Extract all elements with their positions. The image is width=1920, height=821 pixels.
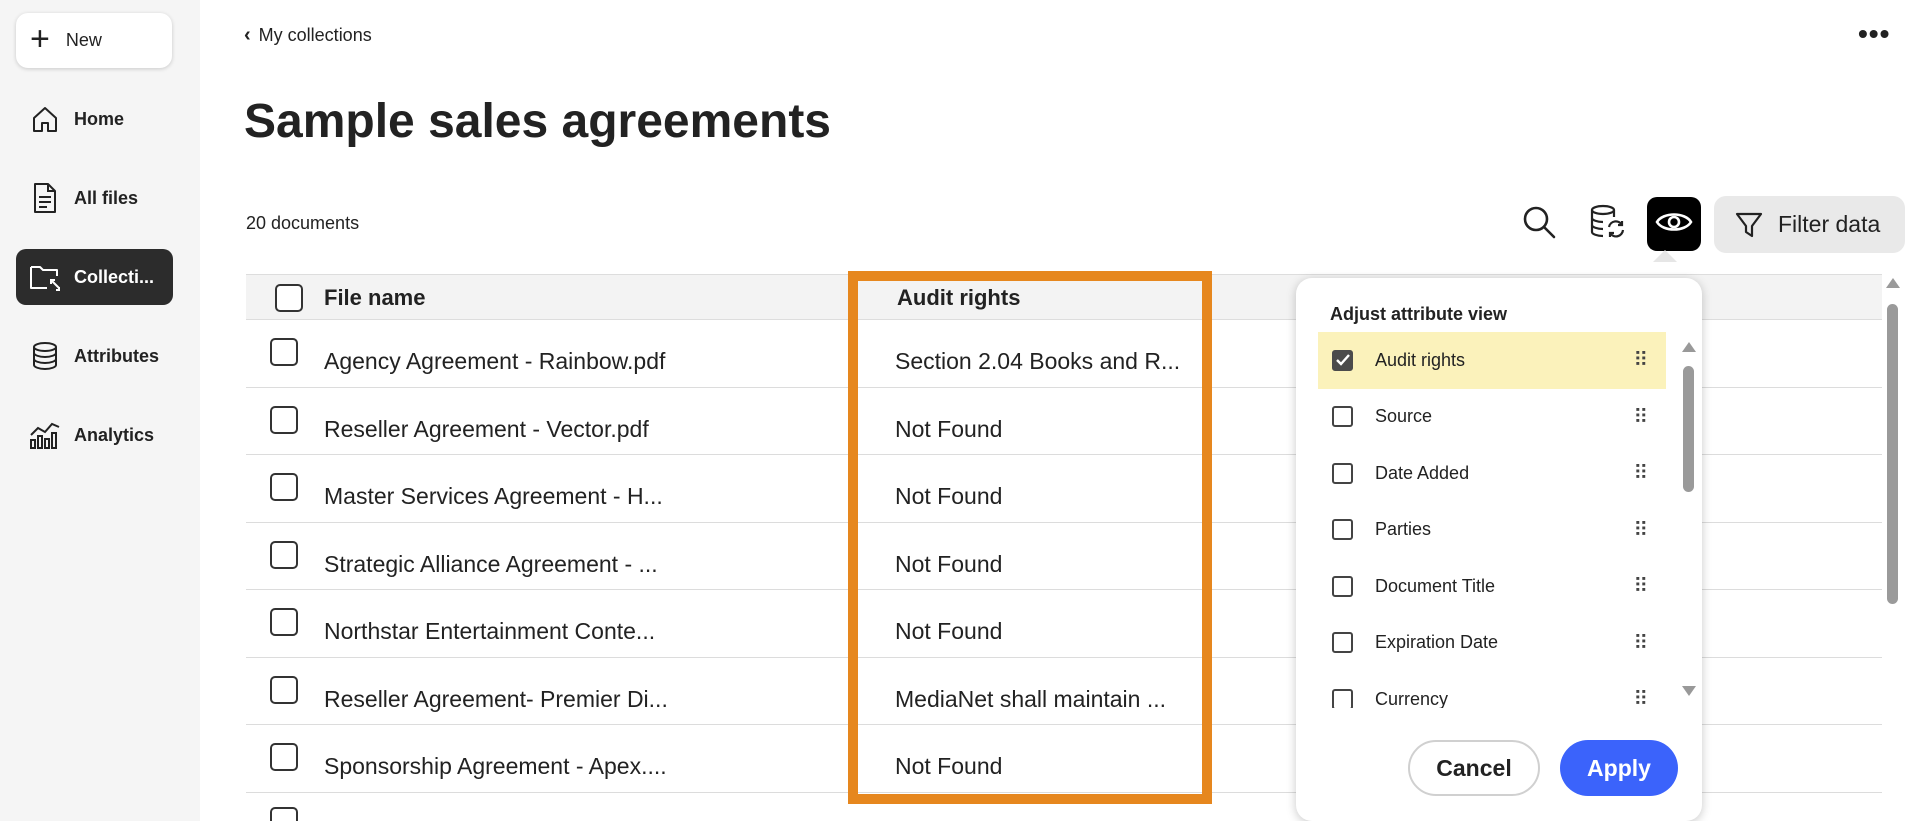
more-options-button[interactable]: ••• xyxy=(1858,18,1890,50)
page-title: Sample sales agreements xyxy=(244,95,831,148)
plus-icon: + xyxy=(30,20,50,58)
scroll-up-arrow-icon[interactable] xyxy=(1886,278,1900,288)
row-checkbox[interactable] xyxy=(270,608,298,636)
attribute-item-audit-rights[interactable]: Audit rights ⠿ xyxy=(1318,332,1666,389)
scroll-up-arrow-icon[interactable] xyxy=(1682,342,1696,352)
file-name-cell[interactable]: Northstar Entertainment Conte... xyxy=(324,618,655,645)
attribute-item-currency[interactable]: Currency ⠿ xyxy=(1318,671,1666,708)
search-icon xyxy=(1520,203,1558,246)
new-button[interactable]: + New xyxy=(16,13,172,68)
sidebar-item-label: Collecti... xyxy=(74,266,155,287)
back-link-label: My collections xyxy=(258,25,372,45)
drag-handle-icon[interactable]: ⠿ xyxy=(1633,517,1648,542)
audit-rights-column-highlight xyxy=(848,271,1212,804)
database-icon xyxy=(28,339,62,373)
attribute-checkbox[interactable] xyxy=(1332,632,1353,654)
document-count: 20 documents xyxy=(246,213,360,233)
analytics-icon xyxy=(28,418,62,452)
row-checkbox[interactable] xyxy=(270,473,298,501)
sidebar-item-collections[interactable]: Collecti... xyxy=(16,249,173,305)
popover-title: Adjust attribute view xyxy=(1330,304,1508,324)
row-checkbox[interactable] xyxy=(270,540,298,569)
new-button-label: New xyxy=(65,30,102,50)
row-checkbox[interactable] xyxy=(270,806,298,821)
file-name-cell[interactable]: Reseller Agreement - Vector.pdf xyxy=(324,416,649,443)
file-name-cell[interactable]: Master Services Agreement - H... xyxy=(324,483,663,510)
drag-handle-icon[interactable]: ⠿ xyxy=(1633,461,1648,486)
filter-data-button[interactable]: Filter data xyxy=(1714,196,1905,253)
sidebar-item-attributes[interactable]: Attributes xyxy=(16,328,173,384)
drag-handle-icon[interactable]: ⠿ xyxy=(1633,630,1648,655)
row-checkbox[interactable] xyxy=(270,743,298,771)
sidebar-item-home[interactable]: Home xyxy=(16,91,173,147)
attribute-checkbox[interactable] xyxy=(1332,519,1353,541)
adjust-attribute-view-popover: Adjust attribute view Audit rights ⠿ Sou… xyxy=(1296,278,1702,821)
column-header-file-name[interactable]: File name xyxy=(324,285,425,311)
file-name-cell[interactable]: Agency Agreement - Rainbow.pdf xyxy=(324,348,665,375)
attribute-item-document-title[interactable]: Document Title ⠿ xyxy=(1318,558,1666,615)
drag-handle-icon[interactable]: ⠿ xyxy=(1633,687,1648,708)
drag-handle-icon[interactable]: ⠿ xyxy=(1633,574,1648,599)
popover-scrollbar[interactable] xyxy=(1682,342,1696,696)
scrollbar-thumb[interactable] xyxy=(1683,366,1694,492)
database-sync-icon xyxy=(1588,203,1626,246)
chevron-left-icon: ‹ xyxy=(244,24,251,46)
select-all-checkbox[interactable] xyxy=(275,284,303,312)
sidebar-item-label: Home xyxy=(74,108,125,129)
attribute-item-expiration-date[interactable]: Expiration Date ⠿ xyxy=(1318,615,1666,672)
sidebar-item-analytics[interactable]: Analytics xyxy=(16,407,173,463)
view-attributes-button[interactable] xyxy=(1647,197,1701,251)
scrollbar-thumb[interactable] xyxy=(1887,304,1898,604)
attribute-item-parties[interactable]: Parties ⠿ xyxy=(1318,502,1666,559)
home-icon xyxy=(28,102,62,136)
row-checkbox[interactable] xyxy=(270,405,298,434)
sidebar-item-all-files[interactable]: All files xyxy=(16,170,173,226)
row-checkbox[interactable] xyxy=(270,675,298,704)
sidebar-item-label: Analytics xyxy=(74,424,155,445)
sidebar-item-label: All files xyxy=(74,187,139,208)
file-name-cell[interactable]: Strategic Alliance Agreement - ... xyxy=(324,551,658,578)
sync-data-button[interactable] xyxy=(1580,197,1634,251)
popover-pointer xyxy=(1653,250,1677,262)
attribute-label: Date Added xyxy=(1375,462,1470,483)
filter-data-label: Filter data xyxy=(1778,211,1881,237)
attribute-label: Source xyxy=(1375,406,1433,427)
apply-button[interactable]: Apply xyxy=(1560,740,1678,796)
eye-icon xyxy=(1655,209,1693,240)
sidebar: + New Home All files Collecti... Attribu… xyxy=(0,0,200,821)
row-checkbox[interactable] xyxy=(270,338,298,366)
attribute-checkbox[interactable] xyxy=(1332,462,1353,484)
attribute-checkbox[interactable] xyxy=(1332,406,1353,428)
collection-folder-icon xyxy=(28,260,62,294)
attribute-checkbox[interactable] xyxy=(1332,349,1353,371)
filter-icon xyxy=(1734,210,1764,240)
attribute-item-source[interactable]: Source ⠿ xyxy=(1318,389,1666,446)
attribute-label: Audit rights xyxy=(1375,349,1466,370)
search-button[interactable] xyxy=(1512,197,1566,251)
cancel-button[interactable]: Cancel xyxy=(1408,740,1540,796)
sidebar-item-label: Attributes xyxy=(74,345,159,366)
file-name-cell[interactable]: Sponsorship Agreement - Apex.... xyxy=(324,753,667,780)
attribute-label: Parties xyxy=(1375,519,1432,540)
attribute-label: Document Title xyxy=(1375,575,1496,596)
attribute-list: Audit rights ⠿ Source ⠿ Date Added ⠿ Par… xyxy=(1318,332,1666,708)
drag-handle-icon[interactable]: ⠿ xyxy=(1633,404,1648,429)
back-to-collections-link[interactable]: ‹ My collections xyxy=(244,24,372,47)
attribute-checkbox[interactable] xyxy=(1332,575,1353,597)
main-scrollbar[interactable] xyxy=(1886,278,1900,821)
scroll-down-arrow-icon[interactable] xyxy=(1682,686,1696,696)
attribute-checkbox[interactable] xyxy=(1332,688,1353,708)
attribute-label: Currency xyxy=(1375,688,1449,708)
drag-handle-icon[interactable]: ⠿ xyxy=(1633,348,1648,373)
attribute-item-date-added[interactable]: Date Added ⠿ xyxy=(1318,445,1666,502)
file-icon xyxy=(28,181,62,215)
attribute-label: Expiration Date xyxy=(1375,632,1499,653)
file-name-cell[interactable]: Reseller Agreement- Premier Di... xyxy=(324,686,668,713)
